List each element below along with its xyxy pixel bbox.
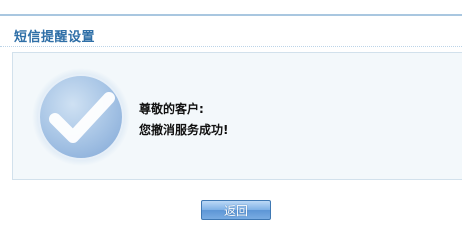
top-border-line [0, 14, 462, 16]
title-divider [0, 46, 462, 47]
checkmark-circle-icon [32, 68, 130, 166]
greeting-text: 尊敬的客户: [139, 102, 204, 116]
back-button[interactable]: 返回 [201, 200, 271, 220]
result-text: 您撤消服务成功! [139, 123, 229, 137]
message-panel: 尊敬的客户: 您撤消服务成功! [12, 52, 462, 180]
message-text: 尊敬的客户: 您撤消服务成功! [139, 99, 228, 141]
page-title: 短信提醒设置 [14, 30, 96, 45]
